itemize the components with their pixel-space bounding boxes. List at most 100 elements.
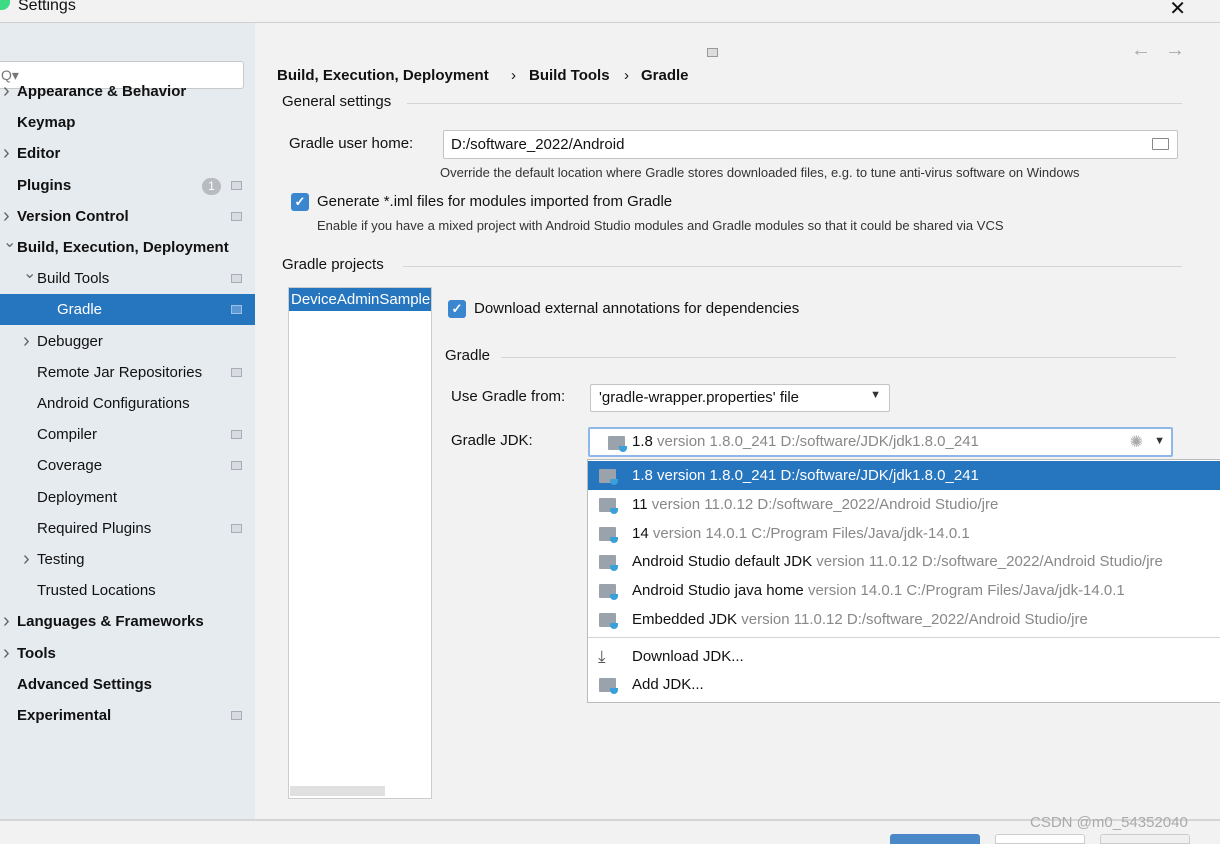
sidebar-item[interactable]: ⌄ Build, Execution, Deployment [0,232,255,263]
sidebar-item-label: Debugger [37,332,103,350]
jdk-option-detail: version 11.0.12 D:/software_2022/Android… [651,495,999,513]
chevron-right-icon[interactable]: › [3,638,10,669]
back-arrow-icon[interactable]: ← [1131,39,1151,62]
breadcrumb-separator: › [624,67,629,84]
title-bar: Settings ✕ [0,0,1220,23]
jdk-option-detail: version 11.0.12 D:/software_2022/Android… [741,611,1088,628]
chevron-right-icon[interactable]: › [23,544,30,575]
sidebar-item-label: Required Plugins [37,519,152,537]
jdk-option-detail: version 14.0.1 C:/Program Files/Java/jdk… [652,524,970,542]
ok-button[interactable] [890,834,980,844]
project-scope-icon [707,48,718,57]
generate-iml-checkbox[interactable]: ✓ [291,193,309,211]
gradle-section-title: Gradle [445,347,491,364]
project-scope-icon [231,211,242,221]
sidebar-item[interactable]: Experimental [0,700,255,731]
sidebar-item[interactable]: Gradle [0,294,255,326]
divider [403,266,1182,267]
dialog-footer: CSDN @m0_54352040 [0,814,1220,844]
sidebar-item-label: Experimental [17,707,112,724]
forward-arrow-icon[interactable]: → [1165,39,1185,62]
project-list-item[interactable]: DeviceAdminSample [289,288,431,311]
chevron-right-icon[interactable]: › [3,138,10,169]
apply-button[interactable] [1100,834,1190,844]
breadcrumb-item[interactable]: Build, Execution, Deployment [277,67,489,84]
gradle-jdk-label: Gradle JDK: [451,432,533,449]
jdk-action[interactable]: ⤓ Download JDK... [588,642,1220,671]
window-title: Settings [18,0,76,14]
sidebar-item[interactable]: Compiler [0,419,255,450]
jdk-action-label: Add JDK... [632,676,704,693]
sidebar-item[interactable]: › Version Control [0,201,255,232]
watermark: CSDN @m0_54352040 [1030,814,1188,831]
sidebar-item-label: Remote Jar Repositories [37,363,203,381]
sidebar-item[interactable]: Trusted Locations [0,575,255,606]
jdk-option-detail: version 11.0.12 D:/software_2022/Android… [816,553,1163,571]
gradle-jdk-detail: version 1.8.0_241 D:/software/JDK/jdk1.8… [657,433,979,450]
jdk-option[interactable]: 14 version 14.0.1 C:/Program Files/Java/… [588,519,1220,548]
sidebar-item[interactable]: Required Plugins [0,513,255,544]
divider [588,637,1220,638]
sidebar-item[interactable]: › Tools [0,638,255,669]
breadcrumb-separator: › [511,67,516,84]
sidebar-item[interactable]: Keymap [0,107,255,138]
update-count-badge: 1 [202,177,221,195]
sidebar-item[interactable]: Android Configurations [0,388,255,419]
sidebar-item-label: Build Tools [37,270,110,288]
project-list: DeviceAdminSample [288,287,432,799]
chevron-down-icon: ▼ [870,389,881,401]
sidebar-item[interactable]: › Testing [0,544,255,575]
cancel-button[interactable] [995,834,1085,844]
gradle-home-hint: Override the default location where Grad… [440,165,1080,180]
chevron-down-icon: ▼ [1154,435,1165,447]
divider [501,357,1176,358]
sidebar-item[interactable]: ⌄ Build Tools [0,263,255,294]
jdk-folder-icon [599,584,618,601]
sidebar-item[interactable]: › Editor [0,138,255,169]
gradle-home-input[interactable]: D:/software_2022/Android [443,130,1178,159]
jdk-option-detail: version 1.8.0_241 D:/software/JDK/jdk1.8… [657,467,979,484]
gradle-jdk-combobox[interactable]: 1.8 version 1.8.0_241 D:/software/JDK/jd… [588,427,1173,457]
folder-browse-icon[interactable] [1152,138,1169,150]
gradle-jdk-name: 1.8 [632,433,653,450]
project-scope-icon [231,367,242,377]
jdk-option[interactable]: Android Studio java home version 14.0.1 … [588,576,1220,605]
sidebar-item[interactable]: › Appearance & Behavior [0,76,255,107]
sidebar-item[interactable]: › Debugger [0,326,255,357]
use-gradle-from-dropdown[interactable]: 'gradle-wrapper.properties' file ▼ [590,384,890,412]
chevron-right-icon[interactable]: › [3,606,10,637]
jdk-option[interactable]: 11 version 11.0.12 D:/software_2022/Andr… [588,490,1220,519]
download-annotations-checkbox[interactable]: ✓ [448,300,466,318]
jdk-action-label: Download JDK... [632,648,744,665]
jdk-action[interactable]: Add JDK... [588,670,1220,699]
sidebar-item[interactable]: Deployment [0,482,255,513]
jdk-folder-icon [599,555,618,572]
loading-spinner-icon: ✺ [1129,434,1143,451]
use-gradle-from-label: Use Gradle from: [451,388,566,405]
project-scope-icon [231,274,242,284]
sidebar-item[interactable]: Advanced Settings [0,669,255,700]
sidebar-item-label: Build, Execution, Deployment [17,239,229,256]
jdk-option[interactable]: Embedded JDK version 11.0.12 D:/software… [588,605,1220,634]
horizontal-scrollbar[interactable] [290,786,385,796]
sidebar-item-label: Trusted Locations [37,582,156,600]
sidebar-item[interactable]: Coverage [0,450,255,481]
chevron-right-icon[interactable]: › [23,326,30,357]
chevron-down-icon[interactable]: ⌄ [3,227,16,258]
jdk-option[interactable]: Android Studio default JDK version 11.0.… [588,547,1220,576]
sidebar-item[interactable]: › Languages & Frameworks [0,606,255,637]
download-annotations-label: Download external annotations for depend… [474,300,800,317]
sidebar-item-label: Tools [17,644,56,662]
chevron-down-icon[interactable]: ⌄ [23,258,36,289]
sidebar-item[interactable]: Remote Jar Repositories [0,357,255,388]
sidebar-item-label: Coverage [37,457,103,475]
sidebar-item[interactable]: Plugins 1 [0,170,255,201]
project-scope-icon [231,305,242,315]
jdk-option-name: 11 [632,495,648,513]
jdk-option[interactable]: 1.8 version 1.8.0_241 D:/software/JDK/jd… [588,461,1220,490]
use-gradle-from-value: 'gradle-wrapper.properties' file [599,389,799,406]
jdk-folder-icon [608,436,627,452]
close-icon[interactable]: ✕ [1169,0,1186,21]
chevron-right-icon[interactable]: › [3,76,10,107]
breadcrumb-item[interactable]: Build Tools [529,67,610,84]
